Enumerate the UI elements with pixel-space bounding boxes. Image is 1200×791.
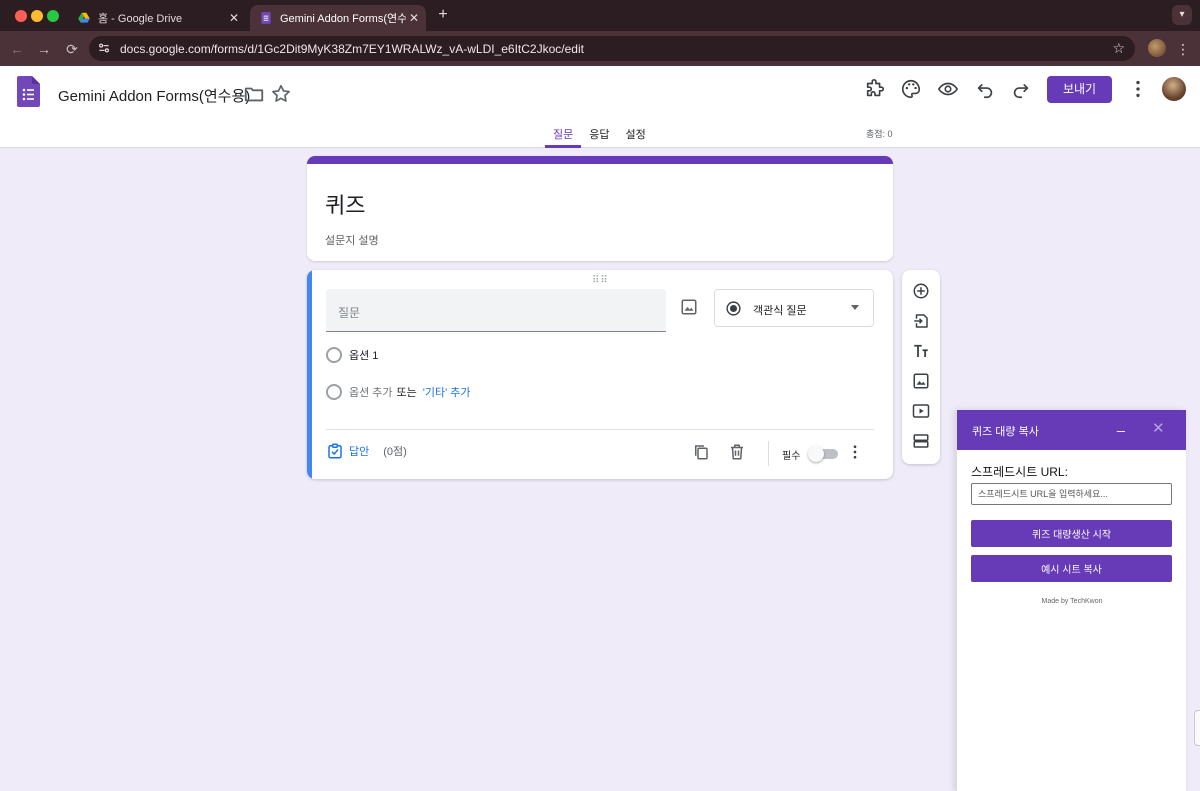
- browser-profile-avatar[interactable]: [1148, 39, 1166, 57]
- folder-icon[interactable]: [243, 83, 265, 105]
- floating-toolbar: [902, 270, 940, 464]
- send-button[interactable]: 보내기: [1047, 76, 1112, 103]
- spreadsheet-url-label: 스프레드시트 URL:: [971, 465, 1068, 479]
- tab-title: Gemini Addon Forms(연수용): [280, 13, 406, 25]
- tab-title: 홈 - Google Drive: [98, 13, 183, 25]
- duplicate-icon[interactable]: [692, 443, 710, 461]
- tab-responses[interactable]: 응답: [581, 124, 617, 148]
- window-zoom-button[interactable]: [47, 10, 59, 22]
- bookmark-star-icon[interactable]: ☆: [1112, 40, 1125, 57]
- answer-key-check-icon: [328, 443, 342, 459]
- tab-close-icon[interactable]: ✕: [226, 11, 242, 25]
- import-questions-icon[interactable]: [912, 312, 930, 330]
- addon-title: 퀴즈 대량 복사: [972, 426, 1039, 438]
- palette-icon[interactable]: [900, 78, 922, 100]
- radio-button-icon: [726, 301, 741, 316]
- addon-puzzle-icon[interactable]: [864, 78, 886, 100]
- forward-arrow-icon[interactable]: →: [34, 39, 54, 59]
- new-tab-button[interactable]: +: [434, 6, 452, 24]
- question-points: (0점): [383, 446, 407, 458]
- add-image-icon[interactable]: [912, 372, 930, 390]
- tab-close-icon[interactable]: ✕: [406, 11, 422, 25]
- minimize-icon[interactable]: _: [1117, 416, 1131, 436]
- tab-settings[interactable]: 설정: [618, 124, 654, 148]
- user-avatar[interactable]: [1162, 77, 1186, 101]
- undo-icon[interactable]: [974, 78, 996, 100]
- browser-tab-forms[interactable]: Gemini Addon Forms(연수용) ✕: [250, 5, 426, 31]
- document-title[interactable]: Gemini Addon Forms(연수용): [58, 85, 250, 106]
- form-title[interactable]: 퀴즈: [325, 188, 365, 220]
- browser-menu-icon[interactable]: ⋮: [1176, 39, 1190, 59]
- back-arrow-icon[interactable]: ←: [7, 39, 27, 59]
- question-title-input[interactable]: 질문: [326, 289, 666, 332]
- active-card-accent: [307, 270, 312, 479]
- browser-tab-drive[interactable]: 홈 - Google Drive ✕: [68, 5, 246, 31]
- add-option-row: 옵션 추가 또는 '기타' 추가: [326, 384, 471, 400]
- answer-key-button[interactable]: 답안 (0점): [326, 442, 407, 460]
- reload-icon[interactable]: ⟳: [62, 39, 82, 59]
- dropdown-caret-icon: [851, 305, 859, 310]
- preview-eye-icon[interactable]: [937, 78, 959, 100]
- browser-tab-bar: 홈 - Google Drive ✕ Gemini Addon Forms(연수…: [0, 0, 1200, 31]
- option-label[interactable]: 옵션 1: [349, 347, 378, 363]
- made-by-credit: Made by TechKwon: [1041, 598, 1103, 605]
- forms-header: Gemini Addon Forms(연수용) 보내기 질문 응답 설정 총점:…: [0, 66, 1200, 148]
- addon-panel: 퀴즈 대량 복사 _ ✕ 스프레드시트 URL: 퀴즈 대량생산 시작 예시 시…: [956, 410, 1186, 791]
- site-info-icon[interactable]: [97, 41, 111, 55]
- question-card[interactable]: ⠿⠿ 질문 객관식 질문 옵션 1 옵션 추가 또는 '기타' 추가 답안 (0…: [307, 270, 893, 479]
- start-mass-production-button[interactable]: 퀴즈 대량생산 시작: [971, 520, 1172, 547]
- add-image-icon[interactable]: [680, 298, 698, 316]
- add-video-icon[interactable]: [912, 402, 930, 420]
- google-forms-logo-icon[interactable]: [17, 76, 40, 107]
- google-drive-icon: [78, 12, 90, 23]
- add-other-link[interactable]: '기타' 추가: [423, 384, 471, 400]
- question-more-icon[interactable]: [847, 443, 863, 461]
- form-description[interactable]: 설문지 설명: [325, 232, 379, 248]
- star-icon[interactable]: [270, 83, 292, 105]
- question-type-label: 객관식 질문: [753, 305, 807, 317]
- side-panel-handle[interactable]: [1194, 710, 1200, 746]
- form-tabs: 질문 응답 설정: [545, 124, 654, 148]
- google-forms-icon: [261, 12, 271, 24]
- addon-header: 퀴즈 대량 복사 _ ✕: [957, 410, 1186, 450]
- add-question-icon[interactable]: [912, 282, 930, 300]
- more-vert-icon[interactable]: [1127, 78, 1149, 100]
- add-title-icon[interactable]: [912, 342, 930, 360]
- window-minimize-button[interactable]: [31, 10, 43, 22]
- window-close-button[interactable]: [15, 10, 27, 22]
- or-text: 또는: [396, 387, 417, 399]
- form-title-card[interactable]: 퀴즈 설문지 설명: [307, 156, 893, 261]
- required-label: 필수: [782, 451, 801, 462]
- option-radio: [326, 384, 342, 400]
- add-section-icon[interactable]: [912, 432, 930, 450]
- add-option-link[interactable]: 옵션 추가: [349, 384, 393, 400]
- question-placeholder: 질문: [338, 306, 361, 320]
- question-type-dropdown[interactable]: 객관식 질문: [714, 289, 874, 327]
- option-row[interactable]: 옵션 1: [326, 347, 378, 363]
- tab-search-chevron-icon[interactable]: ▾: [1172, 5, 1192, 25]
- close-icon[interactable]: ✕: [1152, 419, 1166, 439]
- required-toggle[interactable]: [808, 446, 838, 462]
- card-divider: [326, 429, 874, 430]
- spreadsheet-url-input[interactable]: [971, 483, 1172, 505]
- total-points: 총점: 0: [866, 129, 893, 139]
- answer-key-label: 답안: [349, 446, 370, 458]
- url-text: docs.google.com/forms/d/1Gc2Dit9MyK38Zm7…: [120, 42, 584, 56]
- delete-trash-icon[interactable]: [728, 443, 746, 461]
- footer-separator: [768, 441, 769, 466]
- tab-questions[interactable]: 질문: [545, 124, 582, 148]
- toggle-knob: [808, 446, 824, 462]
- copy-example-sheet-button[interactable]: 예시 시트 복사: [971, 555, 1172, 582]
- option-radio: [326, 347, 342, 363]
- redo-icon[interactable]: [1010, 78, 1032, 100]
- drag-handle-icon[interactable]: ⠿⠿: [592, 275, 609, 286]
- address-bar[interactable]: docs.google.com/forms/d/1Gc2Dit9MyK38Zm7…: [89, 36, 1135, 61]
- browser-toolbar: ← → ⟳ docs.google.com/forms/d/1Gc2Dit9My…: [0, 31, 1200, 66]
